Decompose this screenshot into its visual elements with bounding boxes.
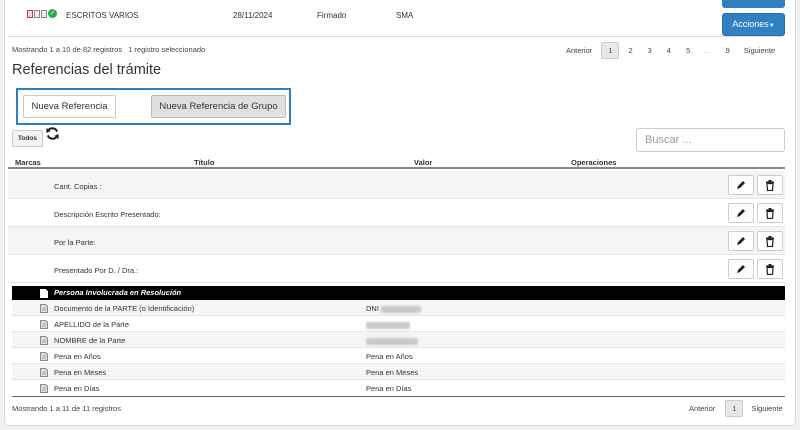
trash-icon xyxy=(766,207,774,219)
document-icon xyxy=(34,9,40,18)
group-row-value-text: DNI xyxy=(366,304,379,313)
prev-page-link[interactable]: Anterior xyxy=(566,46,592,55)
document-icon xyxy=(40,336,48,345)
group-row-value xyxy=(366,336,418,345)
group-row-value xyxy=(366,320,410,329)
reference-title: Presentado Por D. / Dra.: xyxy=(54,266,139,275)
table-row: Descripción Escrito Presentado: xyxy=(8,199,785,227)
table-row: Presentado Por D. / Dra.: xyxy=(8,255,785,283)
todos-button[interactable]: Todos xyxy=(12,130,43,147)
group-row-value: Pena en Meses xyxy=(366,368,419,377)
page-link[interactable]: 2 xyxy=(628,46,632,55)
column-marcas: Marcas xyxy=(15,158,41,167)
document-status-icons: ✓ xyxy=(27,9,57,18)
reference-title: Por la Parte: xyxy=(54,238,96,247)
document-icon xyxy=(40,289,48,298)
document-status: Firmado xyxy=(317,11,347,20)
records-count: Mostrando 1 a 10 de 82 registros xyxy=(12,45,123,54)
page-link[interactable]: 9 xyxy=(726,46,730,55)
group-row-label: APELLIDO de la Parte xyxy=(54,320,130,329)
column-operaciones: Operaciones xyxy=(571,158,617,167)
document-icon xyxy=(41,9,47,18)
pencil-icon xyxy=(737,237,745,245)
document-icon xyxy=(40,320,48,329)
delete-button[interactable] xyxy=(757,259,783,279)
group-row: Documento de la PARTE (o Identificación)… xyxy=(12,300,785,316)
page-link-active[interactable]: 1 xyxy=(725,400,744,417)
table-footer-divider xyxy=(12,396,785,397)
page-link[interactable]: 3 xyxy=(648,46,652,55)
group-row: APELLIDO de la Parte xyxy=(12,316,785,332)
document-user: SMA xyxy=(396,11,414,20)
prev-action-button-edge[interactable] xyxy=(722,0,785,8)
trash-icon xyxy=(766,263,774,275)
edit-button[interactable] xyxy=(728,259,754,279)
group-row-label: NOMBRE de la Parte xyxy=(54,336,126,345)
group-row-value: Pena en Años xyxy=(366,352,413,361)
page-link-active[interactable]: 1 xyxy=(601,42,620,59)
check-icon: ✓ xyxy=(48,9,57,18)
document-icon xyxy=(40,352,48,361)
next-page-link[interactable]: Siguiente xyxy=(744,46,775,55)
column-valor: Valor xyxy=(414,158,433,167)
pencil-icon xyxy=(737,181,745,189)
document-name: ESCRITOS VARIOS xyxy=(66,11,139,20)
redacted-value xyxy=(366,321,410,329)
records-count: Mostrando 1 a 11 de 11 registros xyxy=(12,404,121,413)
group-row-value: DNI xyxy=(366,304,422,313)
delete-button[interactable] xyxy=(757,175,783,195)
delete-button[interactable] xyxy=(757,231,783,251)
pagination-top: Anterior 1 2 3 4 5 … 9 Siguiente xyxy=(566,42,775,59)
reference-title: Cant. Copias : xyxy=(54,182,102,191)
document-icon xyxy=(40,304,48,313)
group-row-label: Documento de la PARTE (o Identificación) xyxy=(54,304,195,313)
refresh-icon[interactable] xyxy=(45,126,60,141)
next-page-link[interactable]: Siguiente xyxy=(751,404,782,413)
group-row-label: Pena en Meses xyxy=(54,368,107,377)
section-title: Referencias del trámite xyxy=(12,62,162,78)
page-link[interactable]: 4 xyxy=(667,46,671,55)
edit-button[interactable] xyxy=(728,231,754,251)
table-row: Por la Parte: xyxy=(8,227,785,255)
group-row-value: Pena en Días xyxy=(366,384,412,393)
actions-button[interactable]: Acciones▼ xyxy=(722,13,785,36)
document-date: 28/11/2024 xyxy=(233,11,273,20)
group-row-label: Pena en Días xyxy=(54,384,100,393)
redacted-value xyxy=(366,337,418,345)
column-titulo: Título xyxy=(194,158,215,167)
caret-down-icon: ▼ xyxy=(768,23,775,29)
actions-label: Acciones xyxy=(732,19,769,29)
group-header-row: Persona Involucrada en Resolución xyxy=(12,286,785,300)
page-link[interactable]: 5 xyxy=(686,46,690,55)
records-summary-bottom: Mostrando 1 a 11 de 11 registros xyxy=(12,404,121,413)
table-header: Marcas Título Valor Operaciones xyxy=(8,156,785,169)
group-row: Pena en Años Pena en Años xyxy=(12,348,785,364)
prev-page-link[interactable]: Anterior xyxy=(689,404,715,413)
group-row: Pena en Meses Pena en Meses xyxy=(12,364,785,380)
search-input[interactable] xyxy=(636,128,785,152)
edit-button[interactable] xyxy=(728,203,754,223)
selected-count: 1 registro seleccionado xyxy=(128,45,206,54)
reference-title: Descripción Escrito Presentado: xyxy=(54,210,161,219)
document-icon xyxy=(27,9,33,18)
group-title: Persona Involucrada en Resolución xyxy=(54,288,182,297)
group-row: NOMBRE de la Parte xyxy=(12,332,785,348)
group-row-label: Pena en Años xyxy=(54,352,101,361)
document-icon xyxy=(40,384,48,393)
records-summary: Mostrando 1 a 10 de 82 registros 1 regis… xyxy=(12,45,205,54)
trash-icon xyxy=(766,179,774,191)
new-reference-button[interactable]: Nueva Referencia xyxy=(23,95,116,118)
page-ellipsis: … xyxy=(703,46,711,55)
document-icon xyxy=(40,368,48,377)
new-group-reference-button[interactable]: Nueva Referencia de Grupo xyxy=(151,95,286,118)
pagination-bottom: Anterior 1 Siguiente xyxy=(689,400,783,417)
table-row: Cant. Copias : xyxy=(8,171,785,199)
pencil-icon xyxy=(737,209,745,217)
pencil-icon xyxy=(737,265,745,273)
edit-button[interactable] xyxy=(728,175,754,195)
trash-icon xyxy=(766,235,774,247)
group-row: Pena en Días Pena en Días xyxy=(12,380,785,396)
redacted-value xyxy=(381,305,422,313)
delete-button[interactable] xyxy=(757,203,783,223)
